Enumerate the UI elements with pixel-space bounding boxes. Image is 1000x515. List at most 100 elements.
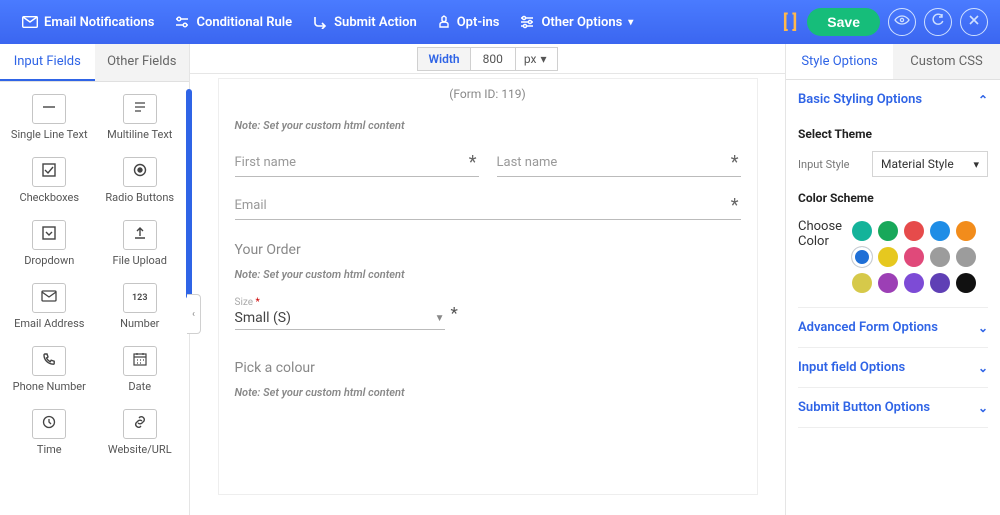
color-swatch[interactable]	[956, 273, 976, 293]
eye-icon	[894, 14, 910, 30]
last-name-field[interactable]: Last name *	[497, 148, 741, 177]
menu-label: Conditional Rule	[196, 15, 292, 30]
chevron-down-icon: ⌄	[978, 401, 988, 415]
field-label: Time	[6, 443, 93, 456]
acc-title: Advanced Form Options	[798, 320, 938, 335]
left-scrollbar[interactable]	[186, 89, 192, 299]
color-swatch[interactable]	[930, 221, 950, 241]
size-select[interactable]: Small (S) ▼	[235, 308, 445, 330]
color-scheme-label: Color Scheme	[798, 191, 988, 205]
color-swatch[interactable]	[930, 247, 950, 267]
color-swatch[interactable]	[904, 221, 924, 241]
acc-title: Input field Options	[798, 360, 905, 375]
color-swatch[interactable]	[956, 221, 976, 241]
brackets-icon[interactable]: [ ]	[773, 12, 807, 33]
field-label: Multiline Text	[97, 128, 184, 141]
size-value: Small (S)	[235, 310, 291, 326]
collapse-left-panel[interactable]: ‹	[187, 294, 201, 334]
acc-submit-button[interactable]: Submit Button Options ⌄	[798, 388, 988, 427]
calendar-icon	[133, 352, 147, 370]
field-date[interactable]: Date	[95, 340, 186, 403]
color-swatch[interactable]	[852, 221, 872, 241]
tab-input-fields[interactable]: Input Fields	[0, 44, 95, 81]
color-swatch[interactable]	[878, 273, 898, 293]
field-dropdown[interactable]: Dropdown	[4, 214, 95, 277]
email-field[interactable]: Email*	[235, 191, 741, 220]
color-swatch[interactable]	[878, 221, 898, 241]
submit-icon	[312, 15, 328, 29]
last-name-placeholder: Last name	[497, 155, 558, 170]
menu-label: Other Options	[541, 15, 622, 30]
acc-advanced-form[interactable]: Advanced Form Options ⌄	[798, 308, 988, 347]
sliders-icon	[519, 15, 535, 29]
field-label: File Upload	[97, 254, 184, 267]
field-file-upload[interactable]: File Upload	[95, 214, 186, 277]
field-label: Email Address	[6, 317, 93, 330]
menu-label: Opt-ins	[457, 15, 500, 30]
form-id-text: (Form ID: 119)	[235, 79, 741, 109]
field-label: Number	[97, 317, 184, 330]
upload-icon	[133, 226, 147, 244]
close-icon	[968, 14, 980, 30]
multiline-icon	[132, 100, 148, 118]
field-website-url[interactable]: Website/URL	[95, 403, 186, 466]
color-swatch[interactable]	[930, 273, 950, 293]
save-button[interactable]: Save	[807, 8, 880, 36]
tab-other-fields[interactable]: Other Fields	[95, 44, 190, 81]
input-style-label: Input Style	[798, 158, 864, 171]
field-time[interactable]: Time	[4, 403, 95, 466]
required-asterisk: *	[731, 152, 741, 173]
clock-icon	[42, 415, 56, 433]
chevron-down-icon: ⌄	[978, 321, 988, 335]
field-email-address[interactable]: Email Address	[4, 277, 95, 340]
phone-icon	[42, 352, 56, 370]
input-style-value: Material Style	[881, 157, 954, 171]
field-label: Dropdown	[6, 254, 93, 267]
first-name-field[interactable]: First name*	[235, 148, 479, 177]
color-swatch[interactable]	[956, 247, 976, 267]
form-canvas[interactable]: (Form ID: 119) Note: Set your custom htm…	[218, 78, 758, 495]
acc-input-field[interactable]: Input field Options ⌄	[798, 348, 988, 387]
field-checkboxes[interactable]: Checkboxes	[4, 151, 95, 214]
preview-button[interactable]	[888, 8, 916, 36]
color-swatch[interactable]	[904, 273, 924, 293]
color-swatch[interactable]	[852, 273, 872, 293]
field-single-line-text[interactable]: Single Line Text	[4, 88, 95, 151]
tab-custom-css[interactable]: Custom CSS	[893, 44, 1000, 79]
field-radio-buttons[interactable]: Radio Buttons	[95, 151, 186, 214]
field-number[interactable]: 123 Number	[95, 277, 186, 340]
acc-basic-styling[interactable]: Basic Styling Options ⌃	[798, 80, 988, 119]
pick-colour-heading: Pick a colour	[235, 360, 741, 376]
width-unit-dropdown[interactable]: px ▾	[516, 48, 557, 70]
menu-conditional-rule[interactable]: Conditional Rule	[164, 0, 302, 44]
color-swatch[interactable]	[852, 247, 872, 267]
menu-email-notifications[interactable]: Email Notifications	[12, 0, 164, 44]
dropdown-icon	[42, 226, 56, 244]
right-panel: Style Options Custom CSS Basic Styling O…	[785, 44, 1000, 515]
refresh-button[interactable]	[924, 8, 952, 36]
menu-submit-action[interactable]: Submit Action	[302, 0, 427, 44]
acc-title: Basic Styling Options	[798, 92, 922, 107]
single-line-icon	[41, 101, 57, 117]
color-swatch[interactable]	[904, 247, 924, 267]
link-icon	[132, 415, 148, 433]
menu-opt-ins[interactable]: Opt-ins	[427, 0, 510, 44]
input-style-select[interactable]: Material Style ▾	[872, 151, 988, 177]
field-label: Phone Number	[6, 380, 93, 393]
custom-html-note: Note: Set your custom html content	[235, 268, 741, 281]
menu-other-options[interactable]: Other Options ▾	[509, 0, 643, 44]
caret-down-icon: ▾	[540, 52, 546, 66]
mail-icon	[22, 16, 38, 28]
chevron-down-icon: ▾	[628, 17, 633, 28]
width-value[interactable]: 800	[471, 48, 516, 70]
color-swatch[interactable]	[878, 247, 898, 267]
tab-style-options[interactable]: Style Options	[786, 44, 893, 79]
field-phone-number[interactable]: Phone Number	[4, 340, 95, 403]
close-button[interactable]	[960, 8, 988, 36]
checkbox-icon	[42, 163, 56, 181]
custom-html-note: Note: Set your custom html content	[235, 386, 741, 399]
width-control[interactable]: Width 800 px ▾	[417, 47, 557, 71]
width-unit-text: px	[524, 52, 537, 66]
field-palette: Single Line Text Multiline Text Checkbox…	[0, 82, 189, 515]
field-multiline-text[interactable]: Multiline Text	[95, 88, 186, 151]
